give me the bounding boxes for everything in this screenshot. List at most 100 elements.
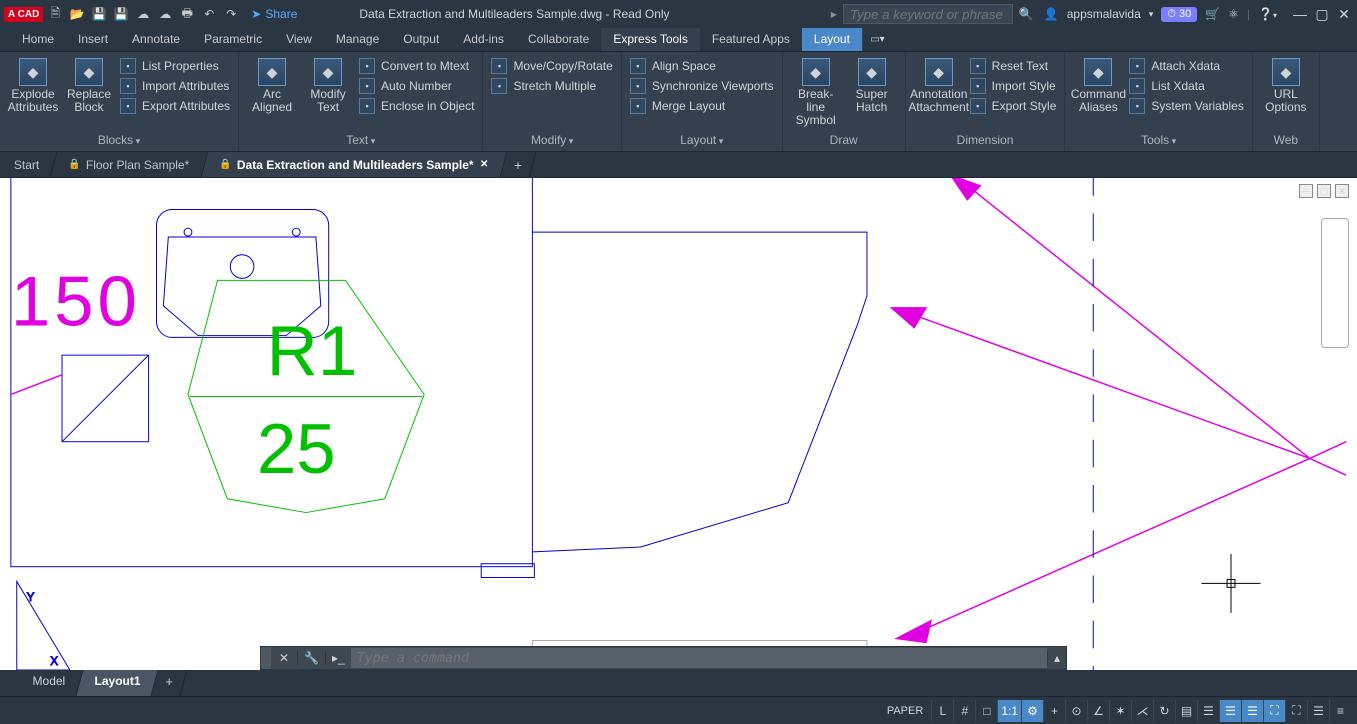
command-history-icon[interactable]: ▴ — [1047, 651, 1066, 665]
panel-title[interactable]: Blocks — [8, 131, 230, 151]
status-button-18[interactable]: ≡ — [1329, 700, 1351, 722]
button-convert-to-mtext[interactable]: ▪Convert to Mtext — [359, 58, 474, 74]
close-button[interactable]: ✕ — [1335, 6, 1353, 23]
button-move/copy/rotate[interactable]: ▪Move/Copy/Rotate — [491, 58, 612, 74]
status-button-10[interactable]: ↻ — [1153, 700, 1175, 722]
button-command-aliases[interactable]: ◆CommandAliases — [1073, 56, 1123, 114]
cloud-open-icon[interactable]: ☁ — [135, 6, 151, 22]
menu-tab-home[interactable]: Home — [10, 28, 66, 51]
trial-badge[interactable]: ⏱ 30 — [1161, 7, 1197, 22]
button-list-properties[interactable]: ▪List Properties — [120, 58, 230, 74]
panel-title[interactable]: Dimension — [914, 131, 1057, 151]
open-icon[interactable]: 📂 — [69, 6, 85, 22]
share-link[interactable]: ➤ Share — [251, 7, 297, 21]
button-auto-number[interactable]: ▪Auto Number — [359, 78, 474, 94]
layout-tab-model[interactable]: Model — [15, 670, 84, 696]
button-url-options[interactable]: ◆URLOptions — [1261, 56, 1311, 114]
drawing-canvas[interactable]: — ▢ ✕ 150 R1 25 — [0, 178, 1357, 670]
button-import-style[interactable]: ▪Import Style — [970, 78, 1057, 94]
app-switcher-icon[interactable]: ⚛ — [1228, 7, 1239, 21]
panel-title[interactable]: Web — [1261, 131, 1311, 151]
button-import-attributes[interactable]: ▪Import Attributes — [120, 78, 230, 94]
button-arc-aligned[interactable]: ◆ArcAligned — [247, 56, 297, 114]
maximize-button[interactable]: ▢ — [1313, 6, 1331, 23]
panel-title[interactable]: Layout — [630, 131, 774, 151]
command-input[interactable] — [351, 648, 1047, 668]
menu-tab-featured-apps[interactable]: Featured Apps — [700, 28, 802, 51]
button-synchronize-viewports[interactable]: ▪Synchronize Viewports — [630, 78, 774, 94]
menu-tab-view[interactable]: View — [274, 28, 324, 51]
button-system-variables[interactable]: ▪System Variables — [1129, 98, 1243, 114]
button-stretch-multiple[interactable]: ▪Stretch Multiple — [491, 78, 612, 94]
status-button-14[interactable]: ☰ — [1241, 700, 1263, 722]
panel-title[interactable]: Text — [247, 131, 474, 151]
button-reset-text[interactable]: ▪Reset Text — [970, 58, 1057, 74]
status-button-17[interactable]: ☰ — [1307, 700, 1329, 722]
status-button-11[interactable]: ▤ — [1175, 700, 1197, 722]
saveas-icon[interactable]: 💾 — [113, 6, 129, 22]
status-button-8[interactable]: ✶ — [1109, 700, 1131, 722]
status-button-2[interactable]: □ — [975, 700, 997, 722]
panel-title[interactable]: Draw — [791, 131, 897, 151]
menu-tab-parametric[interactable]: Parametric — [192, 28, 274, 51]
button-super-hatch[interactable]: ◆SuperHatch — [847, 56, 897, 114]
menu-tab-manage[interactable]: Manage — [324, 28, 391, 51]
button-attach-xdata[interactable]: ▪Attach Xdata — [1129, 58, 1243, 74]
button-modify-text[interactable]: ◆ModifyText — [303, 56, 353, 114]
status-button-3[interactable]: 1:1 — [997, 700, 1021, 722]
status-button-7[interactable]: ∠ — [1087, 700, 1109, 722]
cart-icon[interactable]: 🛒 — [1205, 7, 1220, 21]
button-explode-attributes[interactable]: ◆ExplodeAttributes — [8, 56, 58, 114]
button-export-style[interactable]: ▪Export Style — [970, 98, 1057, 114]
search-input[interactable] — [843, 4, 1013, 24]
command-handle[interactable] — [261, 647, 271, 669]
layout-tab-layout1[interactable]: Layout1 — [76, 670, 158, 696]
status-button-4[interactable]: ⚙ — [1021, 700, 1043, 722]
status-button-0[interactable]: L — [931, 700, 953, 722]
button-replace-block[interactable]: ◆ReplaceBlock — [64, 56, 114, 114]
new-icon[interactable]: 🗎 — [47, 6, 63, 22]
button-align-space[interactable]: ▪Align Space — [630, 58, 774, 74]
menu-tab-insert[interactable]: Insert — [66, 28, 120, 51]
button-merge-layout[interactable]: ▪Merge Layout — [630, 98, 774, 114]
user-icon[interactable]: 👤 — [1044, 7, 1059, 21]
menu-tab-express-tools[interactable]: Express Tools — [601, 28, 699, 51]
command-customize-icon[interactable]: 🔧 — [297, 651, 325, 665]
button-break-line-symbol[interactable]: ◆Break-lineSymbol — [791, 56, 841, 128]
panel-title[interactable]: Tools — [1073, 131, 1243, 151]
menu-tab-annotate[interactable]: Annotate — [120, 28, 192, 51]
status-button-5[interactable]: + — [1043, 700, 1065, 722]
minimize-button[interactable]: — — [1291, 6, 1309, 23]
redo-icon[interactable]: ↷ — [223, 6, 239, 22]
doc-tab-new[interactable]: + — [500, 152, 536, 177]
undo-icon[interactable]: ↶ — [201, 6, 217, 22]
panel-title[interactable]: Modify — [491, 131, 612, 151]
button-export-attributes[interactable]: ▪Export Attributes — [120, 98, 230, 114]
menu-tab-add-ins[interactable]: Add-ins — [451, 28, 516, 51]
help-icon[interactable]: ❔▾ — [1258, 7, 1277, 21]
doc-tab[interactable]: 🔒Floor Plan Sample* — [51, 152, 209, 177]
menu-tab-collaborate[interactable]: Collaborate — [516, 28, 601, 51]
command-close-icon[interactable]: ✕ — [271, 651, 297, 665]
menu-tab-output[interactable]: Output — [391, 28, 451, 51]
status-button-15[interactable]: ⛶ — [1263, 700, 1285, 722]
save-icon[interactable]: 💾 — [91, 6, 107, 22]
layout-tab-new[interactable]: + — [151, 670, 187, 696]
status-button-16[interactable]: ⛶ — [1285, 700, 1307, 722]
status-button-13[interactable]: ☰ — [1219, 700, 1241, 722]
doc-tab[interactable]: 🔒Data Extraction and Multileaders Sample… — [202, 152, 507, 177]
print-icon[interactable]: 🖶 — [179, 6, 195, 22]
status-button-12[interactable]: ☰ — [1197, 700, 1219, 722]
button-annotation-attachment[interactable]: ◆AnnotationAttachment — [914, 56, 964, 114]
close-icon[interactable]: ✕ — [480, 159, 488, 170]
menu-tab-layout[interactable]: Layout — [802, 28, 862, 51]
status-button-1[interactable]: # — [953, 700, 975, 722]
doc-tab[interactable]: Start — [0, 152, 58, 177]
ribbon-display-icon[interactable]: ▭▾ — [862, 28, 892, 51]
button-list-xdata[interactable]: ▪List Xdata — [1129, 78, 1243, 94]
status-button-6[interactable]: ⊙ — [1065, 700, 1087, 722]
status-button-9[interactable]: ⋌ — [1131, 700, 1153, 722]
paper-label[interactable]: PAPER — [881, 705, 929, 717]
search-icon[interactable]: 🔍 — [1019, 7, 1034, 21]
cloud-save-icon[interactable]: ☁ — [157, 6, 173, 22]
